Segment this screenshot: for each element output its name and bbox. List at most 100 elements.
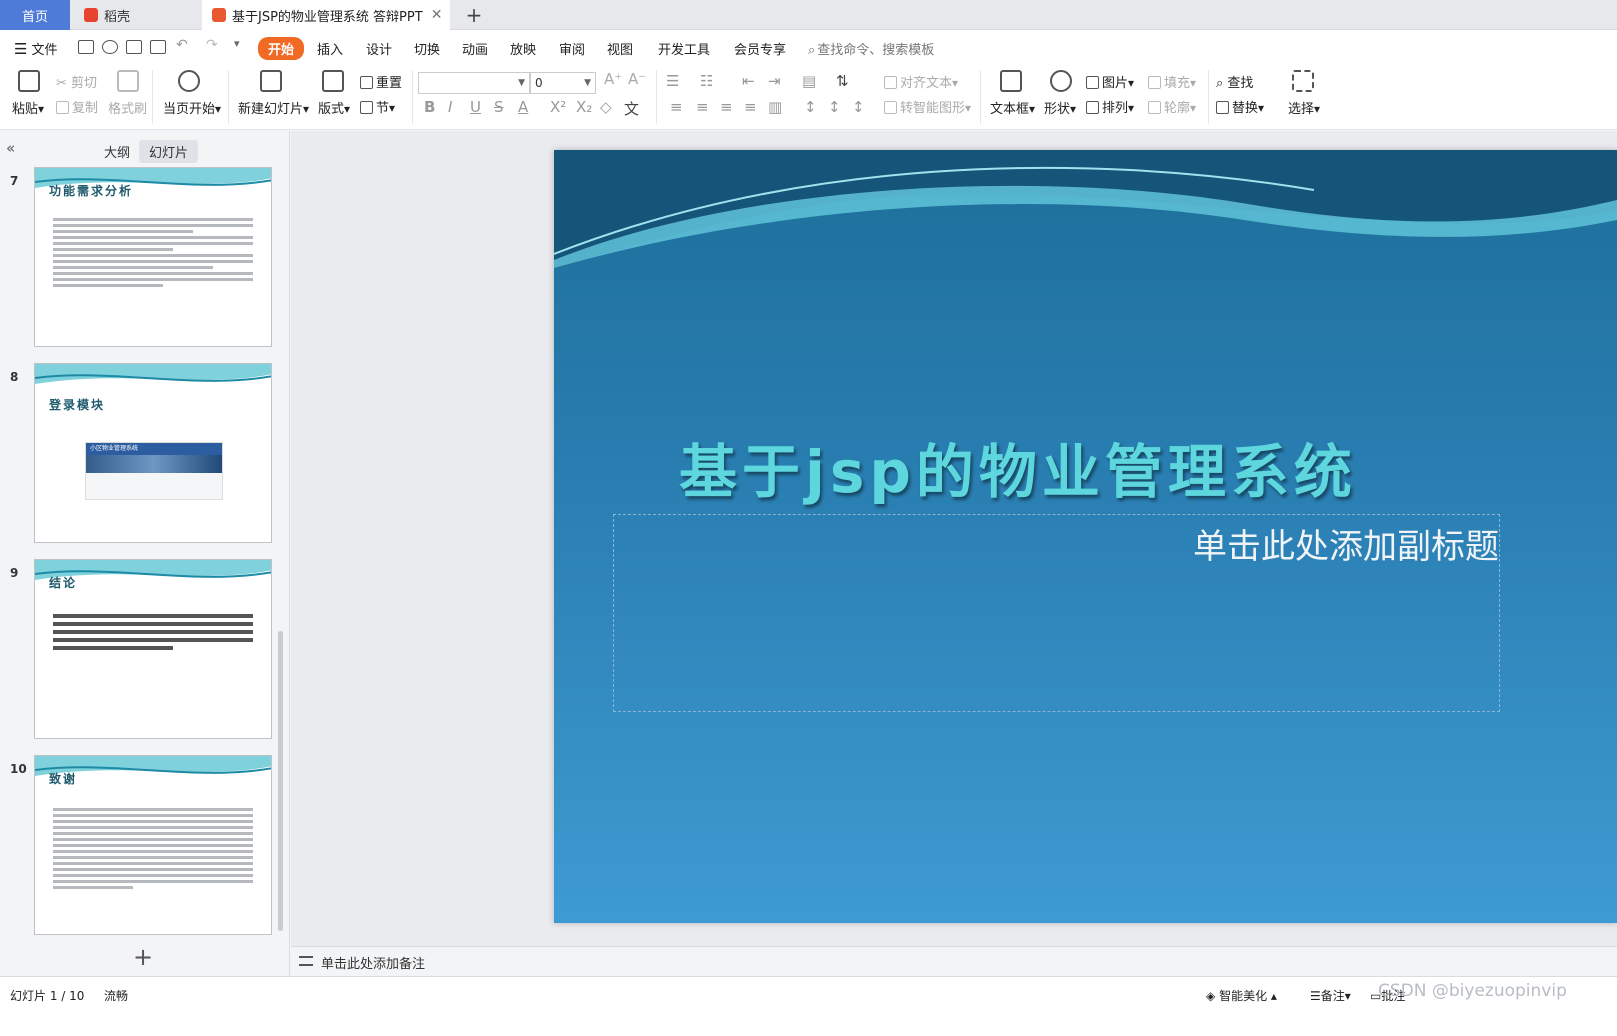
decrease-indent-icon[interactable]: ⇤	[742, 72, 755, 90]
arrange-button[interactable]: 排列▾	[1086, 97, 1134, 116]
redo-icon[interactable]: ↷	[206, 37, 222, 53]
textbox-icon	[1000, 70, 1022, 92]
subtitle-placeholder[interactable]: 单击此处添加副标题	[613, 514, 1500, 712]
customize-chevron-icon[interactable]: ▾	[234, 37, 250, 51]
shrink-font-icon[interactable]: A⁻	[628, 70, 646, 88]
clear-format-icon[interactable]: ◇	[600, 98, 612, 116]
outline-button[interactable]: 轮廓▾	[1148, 97, 1196, 116]
tab-document[interactable]: 基于JSP的物业管理系统 答辩PPT ✕	[202, 0, 450, 30]
picture-button[interactable]: 图片▾	[1086, 72, 1134, 91]
justify-icon[interactable]: ≡	[744, 98, 757, 116]
align-text-button[interactable]: 对齐文本▾	[884, 72, 958, 91]
grow-font-icon[interactable]: A⁺	[604, 70, 622, 88]
print-preview-icon[interactable]	[150, 40, 166, 54]
line-spacing-icon[interactable]: ↕	[804, 98, 817, 116]
subscript-icon[interactable]: X₂	[576, 98, 592, 116]
from-current-button[interactable]: 当页开始▾	[163, 98, 221, 117]
save-icon[interactable]	[78, 40, 94, 54]
play-icon	[178, 70, 200, 92]
increase-indent-icon[interactable]: ⇥	[768, 72, 781, 90]
align-right-icon[interactable]: ≡	[720, 98, 733, 116]
smartart-button[interactable]: 转智能图形▾	[884, 97, 971, 116]
underline-icon[interactable]: U	[470, 98, 481, 116]
tab-transition[interactable]: 切换	[414, 39, 440, 58]
tab-animation[interactable]: 动画	[462, 39, 488, 58]
tab-start[interactable]: 开始	[258, 37, 305, 60]
slide-thumbnail-8[interactable]: 登录模块 小区物业管理系统	[34, 363, 272, 543]
undo-icon[interactable]: ↶	[176, 37, 192, 53]
tab-outline[interactable]: 大纲	[94, 140, 140, 163]
tab-home[interactable]: 首页	[0, 0, 70, 30]
shape-button[interactable]: 形状▾	[1044, 98, 1076, 117]
new-slide-button[interactable]: 新建幻灯片▾	[238, 98, 309, 117]
italic-icon[interactable]: I	[448, 98, 452, 116]
font-size-select[interactable]: 0 ▼	[530, 72, 596, 94]
theme-name[interactable]: 流畅	[104, 987, 128, 1004]
tab-developer[interactable]: 开发工具	[658, 39, 710, 58]
undo-history-icon[interactable]	[102, 40, 118, 54]
replace-button[interactable]: 替换▾	[1216, 97, 1264, 116]
copy-icon	[56, 101, 69, 114]
textbox-button[interactable]: 文本框▾	[990, 98, 1035, 117]
align-center-icon[interactable]: ≡	[696, 98, 709, 116]
slide-thumbnail-10[interactable]: 致谢	[34, 755, 272, 935]
new-tab-button[interactable]: +	[462, 3, 486, 27]
notes-toggle-button[interactable]: ☰备注▾	[1310, 987, 1351, 1004]
font-name-select[interactable]: ▼	[418, 72, 530, 94]
tab-slideshow[interactable]: 放映	[510, 39, 536, 58]
paragraph-spacing-icon[interactable]: ↕	[828, 98, 841, 116]
numbering-icon[interactable]: ☷	[700, 72, 713, 90]
paste-icon[interactable]	[18, 70, 40, 92]
tab-member[interactable]: 会员专享	[734, 39, 786, 58]
pinyin-icon[interactable]: 文	[624, 98, 639, 119]
tab-view[interactable]: 视图	[607, 39, 633, 58]
sort-icon[interactable]: ⇅	[836, 72, 849, 90]
file-menu-label: 文件	[31, 43, 58, 58]
notes-area[interactable]: 单击此处添加备注	[291, 946, 1617, 976]
slide-thumbnail-title: 结论	[49, 576, 78, 590]
tab-daoke[interactable]: 稻壳	[72, 0, 200, 30]
slide-panel: « 大纲 幻灯片 7 功能需求分析 8 登录模块 小区物业管理系统 9 结论 1…	[0, 131, 290, 976]
font-color-icon[interactable]: A	[518, 98, 528, 116]
smartart-icon	[884, 101, 897, 114]
bullets-icon[interactable]: ☰	[666, 72, 679, 90]
current-slide[interactable]: 基于jsp的物业管理系统 单击此处添加副标题	[554, 150, 1617, 923]
slide-number: 7	[10, 174, 19, 188]
add-slide-button[interactable]: +	[133, 943, 153, 971]
reset-button[interactable]: 重置	[360, 72, 402, 91]
tab-design[interactable]: 设计	[366, 39, 392, 58]
slide-thumbnail-title: 登录模块	[49, 398, 106, 412]
columns-icon[interactable]: ↕	[852, 98, 865, 116]
print-icon[interactable]	[126, 40, 142, 54]
collapse-panel-icon[interactable]: «	[6, 139, 15, 157]
slide-title[interactable]: 基于jsp的物业管理系统	[679, 425, 1357, 509]
slide-thumbnail-9[interactable]: 结论	[34, 559, 272, 739]
section-label: 节	[376, 101, 390, 116]
bold-icon[interactable]: B	[424, 98, 435, 116]
fill-button[interactable]: 填充▾	[1148, 72, 1196, 91]
tab-insert[interactable]: 插入	[317, 39, 343, 58]
select-button[interactable]: 选择▾	[1288, 98, 1320, 117]
section-button[interactable]: 节▾	[360, 97, 395, 116]
tab-slides[interactable]: 幻灯片	[139, 140, 199, 163]
format-painter-button[interactable]: 格式刷	[108, 98, 147, 117]
paste-button[interactable]: 粘贴▾	[12, 98, 44, 117]
distributed-icon[interactable]: ▥	[768, 98, 782, 116]
find-button[interactable]: ⌕ 查找	[1216, 72, 1253, 91]
smart-beautify-button[interactable]: ◈ 智能美化 ▴	[1206, 987, 1277, 1004]
strikethrough-icon[interactable]: S	[494, 98, 504, 116]
slide-thumbnail-7[interactable]: 功能需求分析	[34, 167, 272, 347]
superscript-icon[interactable]: X²	[550, 98, 566, 116]
text-direction-icon[interactable]: ▤	[802, 72, 816, 90]
file-menu[interactable]: ☰ 文件	[14, 39, 57, 58]
notes-icon: ☰	[1310, 989, 1321, 1003]
copy-button[interactable]: 复制	[56, 97, 98, 116]
ppt-logo-icon	[212, 8, 226, 22]
cut-button[interactable]: ✂ 剪切	[56, 72, 97, 91]
panel-scrollbar[interactable]	[278, 631, 283, 931]
command-search[interactable]: ⌕ 查找命令、搜索模板	[808, 39, 934, 58]
close-icon[interactable]: ✕	[431, 7, 443, 23]
align-left-icon[interactable]: ≡	[670, 98, 683, 116]
tab-review[interactable]: 审阅	[559, 39, 585, 58]
layout-button[interactable]: 版式▾	[318, 98, 350, 117]
